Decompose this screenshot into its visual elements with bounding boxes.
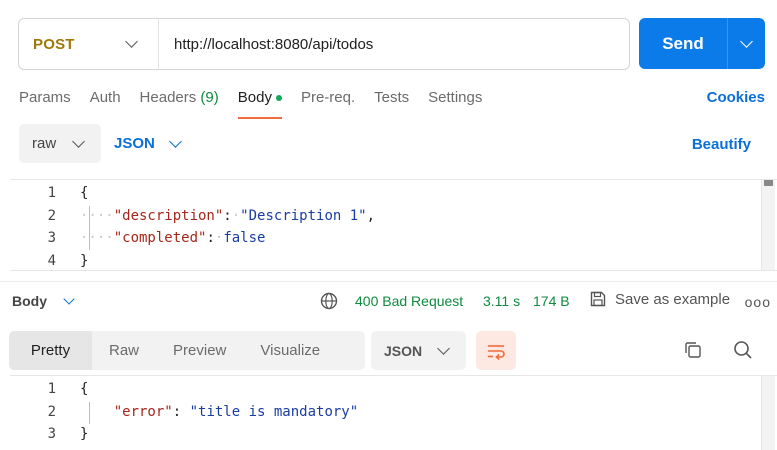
line-number: 4 — [47, 252, 56, 269]
code-line: 3 } — [10, 423, 777, 446]
scrollbar[interactable] — [761, 376, 775, 450]
code-text: "error": "title is mandatory" — [113, 403, 359, 420]
url-input[interactable]: http://localhost:8080/api/todos — [159, 36, 373, 53]
response-size[interactable]: 174 B — [533, 293, 570, 309]
chevron-down-icon — [168, 134, 182, 148]
globe-icon[interactable] — [320, 292, 338, 310]
chevron-down-icon — [72, 134, 85, 148]
request-url-bar: POST http://localhost:8080/api/todos — [18, 18, 630, 70]
body-mode-label: raw — [32, 135, 57, 152]
chevron-down-icon — [437, 341, 450, 355]
tab-params[interactable]: Params — [19, 89, 71, 119]
tab-preview[interactable]: Preview — [156, 331, 243, 370]
body-language-select[interactable]: JSON — [114, 124, 182, 163]
code-line: 1 { — [10, 182, 777, 205]
cookies-link[interactable]: Cookies — [707, 89, 765, 106]
response-format-select[interactable]: JSON — [371, 331, 466, 370]
tab-tests[interactable]: Tests — [374, 89, 409, 119]
code-line: 4 } — [10, 250, 777, 273]
tab-body-label: Body — [237, 89, 272, 106]
response-status-bar: Body 400 Bad Request 3.11 s 174 B Save a… — [0, 281, 777, 321]
line-number: 1 — [47, 381, 56, 398]
chevron-down-icon — [63, 292, 75, 305]
code-line: 2 ····"description":·"Description 1", — [10, 205, 777, 228]
code-text: ····"completed":·false — [80, 230, 266, 247]
headers-count: (9) — [200, 89, 219, 106]
response-section-select[interactable]: Body — [12, 292, 75, 309]
line-number: 3 — [47, 230, 56, 247]
tab-auth[interactable]: Auth — [90, 89, 121, 119]
tab-headers[interactable]: Headers (9) — [140, 89, 219, 119]
chevron-down-icon — [740, 34, 753, 48]
line-number: 2 — [47, 207, 56, 224]
save-as-example-label: Save as example — [615, 290, 731, 308]
response-format-label: JSON — [384, 342, 423, 359]
code-line: 1 { — [10, 378, 777, 401]
send-button-group: Send — [639, 18, 765, 69]
code-text: } — [80, 426, 89, 443]
response-tabs: Pretty Raw Preview Visualize — [9, 331, 365, 370]
copy-icon[interactable] — [683, 340, 703, 360]
scrollbar[interactable] — [761, 180, 775, 270]
tab-pretty[interactable]: Pretty — [9, 331, 92, 370]
beautify-button[interactable]: Beautify — [692, 136, 751, 153]
code-line: 2 "error": "title is mandatory" — [10, 401, 777, 424]
method-label: POST — [33, 35, 75, 53]
code-text: } — [80, 252, 89, 269]
line-number: 3 — [47, 426, 56, 443]
request-tabs: Params Auth Headers (9) Body Pre-req. Te… — [19, 89, 765, 119]
chevron-down-icon — [125, 35, 138, 48]
send-options-button[interactable] — [728, 18, 765, 69]
status-code[interactable]: 400 Bad Request — [355, 293, 463, 309]
scrollbar-thumb[interactable] — [764, 180, 773, 186]
line-number: 2 — [47, 403, 56, 420]
tab-headers-label: Headers — [139, 89, 197, 106]
response-body-viewer[interactable]: 1 { 2 "error": "title is mandatory" 3 } — [10, 375, 777, 450]
body-language-label: JSON — [114, 135, 155, 152]
code-line: 3 ····"completed":·false — [10, 227, 777, 250]
body-mode-select[interactable]: raw — [19, 124, 101, 163]
save-icon — [590, 291, 606, 307]
code-text: { — [80, 185, 89, 202]
method-select[interactable]: POST — [19, 19, 159, 69]
request-body-editor[interactable]: 1 { 2 ····"description":·"Description 1"… — [10, 179, 777, 271]
response-section-label: Body — [12, 293, 47, 309]
more-options-icon[interactable]: ooo — [745, 294, 771, 310]
code-text: ····"description":·"Description 1", — [80, 207, 376, 224]
tab-body[interactable]: Body — [237, 89, 283, 119]
send-button[interactable]: Send — [639, 18, 727, 69]
wrap-lines-icon — [488, 344, 505, 360]
tab-prereq[interactable]: Pre-req. — [301, 89, 355, 119]
code-text: { — [80, 381, 89, 398]
tab-settings[interactable]: Settings — [428, 89, 482, 119]
tab-raw[interactable]: Raw — [92, 331, 156, 370]
save-as-example-button[interactable]: Save as example — [589, 290, 730, 308]
body-indicator-dot — [275, 95, 282, 102]
tab-visualize[interactable]: Visualize — [243, 331, 337, 370]
line-number: 1 — [47, 185, 56, 202]
wrap-lines-button[interactable] — [476, 331, 516, 370]
search-icon[interactable] — [733, 340, 753, 360]
response-time[interactable]: 3.11 s — [483, 293, 520, 309]
